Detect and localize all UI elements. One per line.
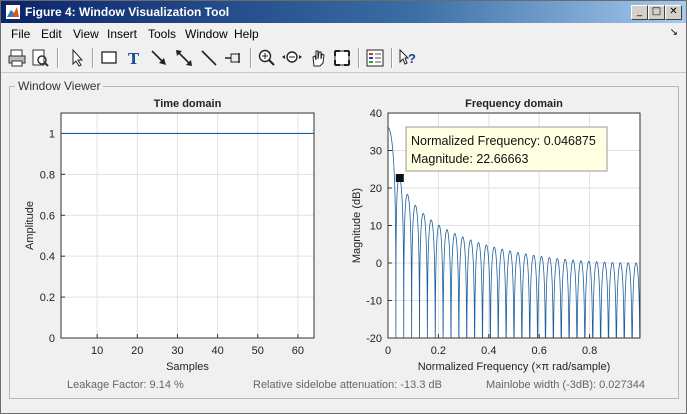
- time-x-tick-label: 10: [91, 345, 103, 357]
- time-y-tick-label: 0.2: [40, 292, 55, 304]
- datatip-marker: [395, 174, 404, 183]
- freq-y-tick-label: 40: [370, 108, 382, 120]
- time-y-tick-label: 0.6: [40, 210, 55, 222]
- time-y-axis-label: Amplitude: [24, 201, 36, 250]
- freq-x-tick-label: 0: [385, 345, 391, 357]
- freq-x-tick-label: 0.8: [582, 345, 597, 357]
- freq-y-tick-label: -10: [366, 296, 382, 308]
- freq-x-tick-label: 0.2: [431, 345, 446, 357]
- time-y-tick-label: 0: [49, 333, 55, 345]
- freq-y-axis-label: Magnitude (dB): [351, 188, 363, 263]
- time-x-tick-label: 40: [211, 345, 223, 357]
- time-plot-background: [61, 113, 314, 338]
- sidelobe-attenuation-text: Relative sidelobe attenuation: -13.3 dB: [253, 379, 442, 391]
- time-x-tick-label: 20: [131, 345, 143, 357]
- datatip-frequency-text: Normalized Frequency: 0.046875: [411, 134, 596, 148]
- freq-y-tick-label: -20: [366, 333, 382, 345]
- freq-chart-title: Frequency domain: [465, 98, 563, 110]
- time-chart-title: Time domain: [154, 98, 222, 110]
- freq-y-tick-label: 30: [370, 146, 382, 158]
- time-y-tick-label: 1: [49, 128, 55, 140]
- datatip-magnitude-text: Magnitude: 22.66663: [411, 152, 529, 166]
- mainlobe-width-text: Mainlobe width (-3dB): 0.027344: [486, 379, 645, 391]
- time-y-tick-label: 0.4: [40, 251, 55, 263]
- freq-x-axis-label: Normalized Frequency (×π rad/sample): [418, 361, 611, 373]
- freq-y-tick-label: 20: [370, 183, 382, 195]
- freq-y-tick-label: 0: [376, 258, 382, 270]
- freq-x-tick-label: 0.4: [481, 345, 496, 357]
- leakage-factor-text: Leakage Factor: 9.14 %: [67, 379, 184, 391]
- time-x-tick-label: 60: [292, 345, 304, 357]
- time-y-tick-label: 0.8: [40, 169, 55, 181]
- time-x-tick-label: 50: [252, 345, 264, 357]
- time-x-tick-label: 30: [171, 345, 183, 357]
- charts-area: 10 20 30 40 50 60 0 0.2 0.4 0.6 0.8 1 Time domain Sam…: [24, 98, 641, 373]
- freq-y-tick-label: 10: [370, 221, 382, 233]
- time-x-axis-label: Samples: [166, 361, 209, 373]
- freq-x-tick-label: 0.6: [532, 345, 547, 357]
